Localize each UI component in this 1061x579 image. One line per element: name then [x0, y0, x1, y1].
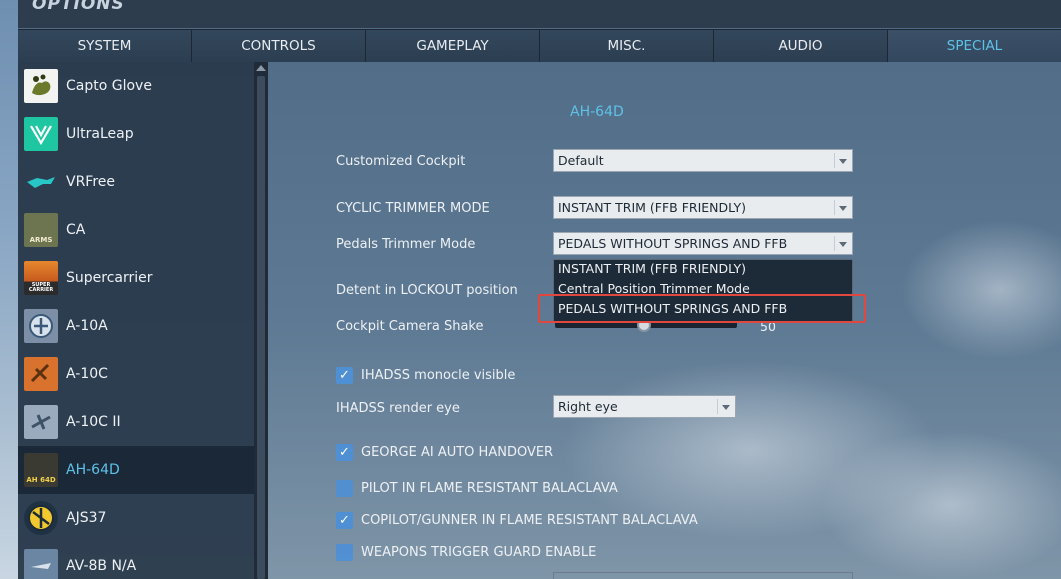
ajs37-icon: [24, 501, 58, 535]
sidebar-item-label: Supercarrier: [66, 270, 153, 286]
tab-special[interactable]: SPECIAL: [888, 30, 1061, 62]
ihadss-eye-select[interactable]: Right eye: [553, 395, 736, 418]
check-icon: ✓: [339, 445, 350, 460]
sidebar-item-label: VRFree: [66, 174, 116, 190]
a10c-icon: [24, 357, 58, 391]
select-value: PEDALS WITHOUT SPRINGS AND FFB: [558, 236, 788, 251]
ihadss-visible-label: IHADSS monocle visible: [361, 368, 516, 383]
camera-shake-label: Cockpit Camera Shake: [336, 319, 484, 334]
scroll-up-icon[interactable]: [256, 65, 266, 71]
check-icon: ✓: [339, 513, 350, 528]
ah64d-icon: AH 64D: [24, 453, 58, 487]
sidebar-item-capto-glove[interactable]: Capto Glove: [18, 62, 254, 110]
chevron-down-icon: [839, 242, 847, 247]
tab-gameplay[interactable]: GAMEPLAY: [366, 30, 540, 62]
sidebar-item-ah64d[interactable]: AH 64D AH-64D: [18, 446, 254, 494]
av8b-icon: [24, 549, 58, 579]
cpg-balaclava-checkbox[interactable]: ✓: [336, 512, 353, 529]
select-value: INSTANT TRIM (FFB FRIENDLY): [558, 200, 746, 215]
cpg-balaclava-label: COPILOT/GUNNER IN FLAME RESISTANT BALACL…: [361, 513, 698, 528]
tab-misc[interactable]: MISC.: [540, 30, 714, 62]
window-title: OPTIONS: [32, 0, 125, 14]
sidebar-item-ultraleap[interactable]: UltraLeap: [18, 110, 254, 158]
ah64d-badge: AH 64D: [26, 476, 56, 484]
detent-lockout-label: Detent in LOCKOUT position: [336, 283, 518, 298]
dropdown-option[interactable]: INSTANT TRIM (FFB FRIENDLY): [558, 261, 746, 276]
pilot-balaclava-checkbox[interactable]: [336, 480, 353, 497]
sky-backdrop: [0, 0, 18, 579]
sidebar-item-label: Capto Glove: [66, 78, 152, 94]
cyclic-trimmer-select[interactable]: INSTANT TRIM (FFB FRIENDLY): [553, 196, 853, 219]
chevron-down-icon: [839, 206, 847, 211]
sidebar-item-ca[interactable]: ARMS CA: [18, 206, 254, 254]
sidebar-item-label: UltraLeap: [66, 126, 134, 142]
sidebar-item-label: A-10C: [66, 366, 108, 382]
tab-audio[interactable]: AUDIO: [714, 30, 888, 62]
partial-select[interactable]: [553, 572, 853, 579]
sidebar-item-label: AH-64D: [66, 462, 120, 478]
a10a-icon: [24, 309, 58, 343]
title-bar: OPTIONS: [18, 0, 1061, 28]
a10c-ii-icon: [24, 405, 58, 439]
customized-cockpit-label: Customized Cockpit: [336, 154, 466, 169]
sidebar-item-label: AJS37: [66, 510, 107, 526]
supercarrier-icon: SUPER CARRIER: [24, 261, 58, 295]
module-sidebar: Capto Glove UltraLeap VRFree ARMS CA SUP…: [18, 62, 254, 579]
ca-badge: ARMS: [29, 236, 53, 244]
sidebar-item-label: CA: [66, 222, 86, 238]
select-divider: [834, 153, 835, 168]
sidebar-item-supercarrier[interactable]: SUPER CARRIER Supercarrier: [18, 254, 254, 302]
sidebar-item-a10a[interactable]: A-10A: [18, 302, 254, 350]
george-handover-checkbox[interactable]: ✓: [336, 444, 353, 461]
highlight-annotation: [538, 294, 866, 323]
ca-icon: ARMS: [24, 213, 58, 247]
sidebar-item-label: A-10A: [66, 318, 108, 334]
tab-system[interactable]: SYSTEM: [18, 30, 192, 62]
pedals-trimmer-select[interactable]: PEDALS WITHOUT SPRINGS AND FFB: [553, 232, 853, 255]
sidebar-item-vrfree[interactable]: VRFree: [18, 158, 254, 206]
tab-controls[interactable]: CONTROLS: [192, 30, 366, 62]
capto-glove-icon: [24, 69, 58, 103]
sidebar-scrollbar[interactable]: [254, 62, 268, 579]
trigger-guard-label: WEAPONS TRIGGER GUARD ENABLE: [361, 545, 597, 560]
cyclic-trimmer-label: CYCLIC TRIMMER MODE: [336, 201, 490, 216]
pedals-trimmer-label: Pedals Trimmer Mode: [336, 237, 476, 252]
trigger-guard-checkbox[interactable]: [336, 544, 353, 561]
ultraleap-icon: [24, 117, 58, 151]
sidebar-item-ajs37[interactable]: AJS37: [18, 494, 254, 542]
select-divider: [834, 236, 835, 251]
ihadss-visible-checkbox[interactable]: ✓: [336, 367, 353, 384]
chevron-down-icon: [839, 159, 847, 164]
vrfree-icon: [24, 165, 58, 199]
tab-bar: SYSTEM CONTROLS GAMEPLAY MISC. AUDIO SPE…: [18, 29, 1061, 62]
select-value: Right eye: [558, 399, 618, 414]
chevron-down-icon: [722, 405, 730, 410]
select-divider: [717, 399, 718, 414]
sidebar-item-label: AV-8B N/A: [66, 558, 137, 574]
scrollbar-thumb[interactable]: [257, 76, 265, 579]
sidebar-item-label: A-10C II: [66, 414, 121, 430]
settings-panel: AH-64D Customized Cockpit Default CYCLIC…: [268, 62, 1061, 579]
george-handover-label: GEORGE AI AUTO HANDOVER: [361, 445, 554, 460]
select-divider: [834, 200, 835, 215]
pilot-balaclava-label: PILOT IN FLAME RESISTANT BALACLAVA: [361, 481, 618, 496]
sidebar-item-a10c-ii[interactable]: A-10C II: [18, 398, 254, 446]
sidebar-item-av8b[interactable]: AV-8B N/A: [18, 542, 254, 579]
sidebar-item-a10c[interactable]: A-10C: [18, 350, 254, 398]
select-value: Default: [558, 153, 604, 168]
check-icon: ✓: [339, 368, 350, 383]
supercarrier-badge: SUPER CARRIER: [28, 282, 54, 293]
customized-cockpit-select[interactable]: Default: [553, 149, 853, 172]
module-title: AH-64D: [570, 104, 624, 120]
ihadss-eye-label: IHADSS render eye: [336, 401, 460, 416]
